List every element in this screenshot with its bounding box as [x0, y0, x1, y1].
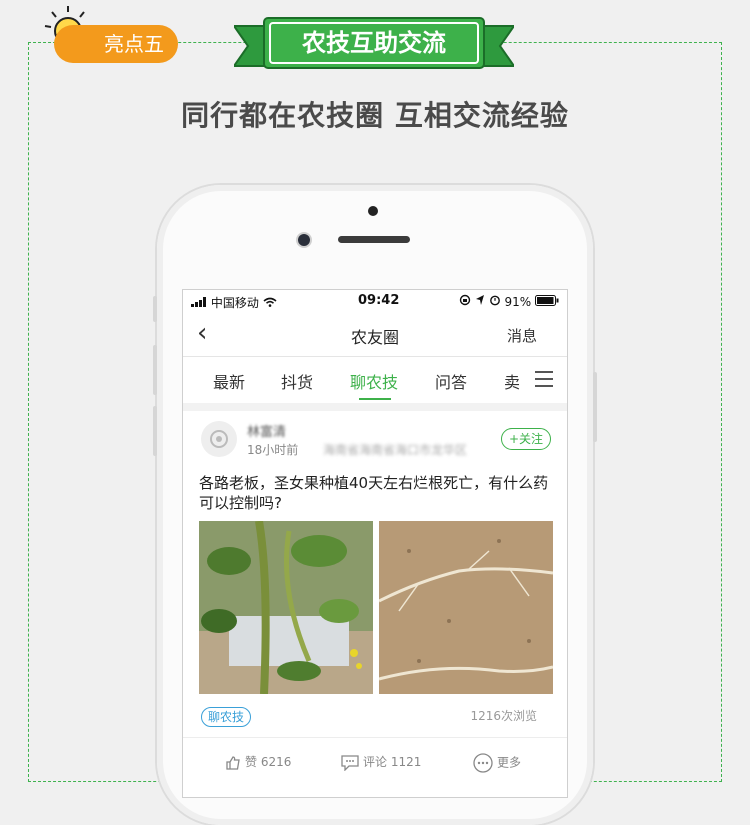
author-name[interactable]: 林富清 — [247, 421, 286, 440]
lock-rotation-icon — [459, 294, 471, 306]
phone-mute-switch — [153, 296, 157, 322]
ribbon-title: 农技互助交流 — [302, 29, 446, 57]
tab-douhuo[interactable]: 抖货 — [281, 369, 313, 393]
tab-latest[interactable]: 最新 — [213, 369, 245, 393]
messages-button[interactable]: 消息 — [507, 325, 537, 346]
avatar-placeholder-icon — [210, 430, 228, 448]
tab-qa[interactable]: 问答 — [435, 369, 467, 393]
phone-volume-up — [153, 345, 157, 395]
highlight-badge: 亮点五 — [54, 25, 178, 63]
post-body: 各路老板，圣女果种植40天左右烂根死亡，有什么药可以控制吗? — [199, 474, 549, 512]
post-location: 海南省海南省海口市龙华区 — [323, 443, 468, 457]
post-time: 18小时前 — [247, 443, 299, 457]
more-button[interactable]: 更多 — [473, 753, 521, 773]
phone-speaker — [338, 236, 410, 243]
comment-button[interactable]: 评论 1121 — [341, 753, 421, 772]
post-header: 林富清 18小时前 海南省海南省海口市龙华区 +关注 — [199, 419, 559, 459]
avatar[interactable] — [201, 421, 237, 457]
menu-icon[interactable] — [535, 371, 553, 392]
headline: 同行都在农技圈 互相交流经验 — [181, 99, 569, 132]
wifi-icon — [263, 297, 277, 307]
carrier: 中国移动 — [191, 294, 277, 311]
comment-icon — [341, 754, 359, 772]
app-screen: 中国移动 09:42 91% ‹ 农友圈 消息 最新 抖货 聊农技 问答 卖 林… — [182, 289, 568, 798]
follow-button[interactable]: +关注 — [501, 428, 551, 450]
phone-sensor — [368, 206, 378, 216]
section-gap — [183, 403, 567, 411]
more-icon — [473, 753, 493, 773]
front-camera — [298, 234, 310, 246]
tab-bar: 最新 抖货 聊农技 问答 卖 — [183, 357, 567, 404]
tab-sell[interactable]: 卖 — [504, 369, 520, 393]
post-image-tomato-plant[interactable] — [199, 521, 373, 694]
location-icon — [475, 295, 484, 305]
clock: 09:42 — [358, 293, 400, 308]
like-button[interactable]: 赞 6216 — [225, 753, 291, 771]
status-bar: 中国移动 09:42 91% — [183, 290, 567, 312]
signal-icon — [191, 297, 206, 307]
tab-liao-nongji[interactable]: 聊农技 — [350, 369, 398, 393]
thumbs-up-icon — [226, 755, 240, 770]
alarm-icon — [489, 295, 500, 306]
phone-power-button — [593, 372, 597, 442]
view-count: 1216次浏览 — [470, 709, 537, 723]
divider — [183, 737, 567, 738]
active-tab-indicator — [359, 398, 391, 400]
battery-icon — [535, 295, 559, 306]
post-image-roots-soil[interactable] — [379, 521, 553, 694]
status-right: 91% — [459, 294, 559, 309]
phone-volume-down — [153, 406, 157, 456]
nav-bar: ‹ 农友圈 消息 — [183, 312, 567, 357]
topic-tag[interactable]: 聊农技 — [201, 707, 252, 727]
